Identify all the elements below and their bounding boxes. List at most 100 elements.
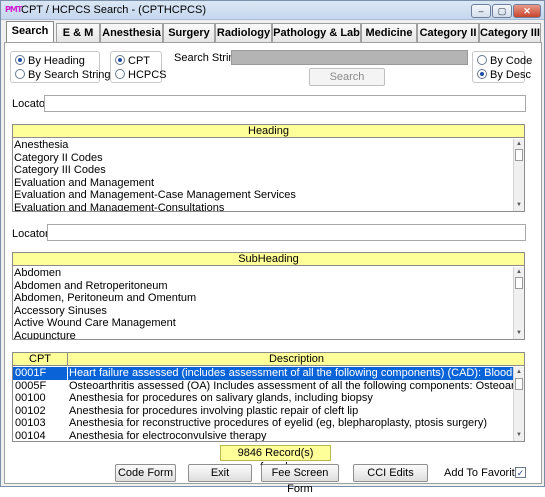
radio-selected-icon: [15, 55, 25, 65]
tab-pathology-lab[interactable]: Pathology & Lab: [272, 23, 361, 43]
column-header-description[interactable]: Description: [69, 353, 524, 366]
column-header-cpt[interactable]: CPT: [13, 353, 67, 366]
radio-selected-icon: [115, 55, 125, 65]
description-cell: Anesthesia for reconstructive procedures…: [69, 417, 488, 429]
subheading-list-item[interactable]: Acupuncture: [13, 330, 513, 340]
scroll-down-icon[interactable]: ▼: [515, 431, 523, 439]
cpt-code-cell: 0001F: [13, 367, 67, 380]
radio-selected-icon: [477, 69, 487, 79]
subheading-list-item[interactable]: Abdomen, Peritoneum and Omentum: [13, 292, 513, 305]
tab-radiology[interactable]: Radiology: [215, 23, 272, 43]
scroll-up-icon[interactable]: ▲: [515, 140, 523, 148]
app-icon: PMT: [5, 5, 22, 14]
sort-order-group: By Code By Desc: [472, 51, 532, 83]
cpt-radio[interactable]: CPT: [115, 55, 150, 68]
scroll-thumb[interactable]: [515, 149, 523, 161]
subheading-list-body: Abdomen Abdomen and Retroperitoneum Abdo…: [13, 267, 513, 340]
cpt-code-cell: 00104: [15, 429, 46, 442]
heading-list-item[interactable]: Anesthesia: [13, 139, 513, 152]
scroll-up-icon[interactable]: ▲: [515, 368, 523, 376]
search-tab-panel: By Heading By Search String CPT HCPCS Se…: [4, 42, 542, 495]
table-header-row: CPT Description: [13, 353, 524, 366]
add-to-favorites-checkbox[interactable]: ✓: [515, 467, 526, 478]
heading-list-item[interactable]: Evaluation and Management-Consultations: [13, 202, 513, 212]
by-search-string-radio[interactable]: By Search String: [15, 69, 111, 82]
tab-category-iii[interactable]: Category III: [479, 23, 541, 43]
description-cell: Anesthesia for electroconvulsive therapy: [69, 429, 267, 442]
tab-anesthesia[interactable]: Anesthesia: [100, 23, 163, 43]
heading-listbox[interactable]: Heading Anesthesia Category II Codes Cat…: [12, 124, 525, 212]
heading-list-item[interactable]: Category III Codes: [13, 164, 513, 177]
tab-category-ii[interactable]: Category II: [417, 23, 479, 43]
subheading-list-header: SubHeading: [13, 253, 524, 266]
table-row[interactable]: 00104 Anesthesia for electroconvulsive t…: [13, 429, 513, 442]
heading-list-header: Heading: [13, 125, 524, 138]
title-bar: PMT CPT / HCPCS Search - (CPTHCPCS) – ▢ …: [1, 1, 544, 20]
records-found-status: 9846 Record(s) found.: [220, 445, 331, 473]
description-cell: Anesthesia for procedures on salivary gl…: [69, 392, 373, 404]
cci-edits-button[interactable]: CCI Edits: [353, 464, 428, 482]
subheading-list-item[interactable]: Abdomen and Retroperitoneum: [13, 280, 513, 293]
minimize-button[interactable]: –: [471, 4, 491, 18]
table-scrollbar[interactable]: ▲ ▼: [513, 367, 524, 441]
subheading-list-item[interactable]: Accessory Sinuses: [13, 305, 513, 318]
close-button[interactable]: ✕: [513, 4, 541, 18]
table-row[interactable]: 00100 Anesthesia for procedures on saliv…: [13, 392, 513, 405]
fee-screen-form-button[interactable]: Fee Screen Form: [261, 464, 339, 495]
table-row[interactable]: 0001F Heart failure assessed (includes a…: [13, 367, 513, 380]
description-cell: Anesthesia for procedures involving plas…: [69, 404, 359, 417]
heading-list-item[interactable]: Category II Codes: [13, 152, 513, 165]
heading-list-scrollbar[interactable]: ▲ ▼: [513, 139, 524, 211]
column-divider[interactable]: [67, 353, 68, 366]
maximize-button[interactable]: ▢: [492, 4, 512, 18]
cpt-code-cell: 0005F: [15, 379, 47, 392]
tab-medicine[interactable]: Medicine: [361, 23, 417, 43]
search-mode-group: By Heading By Search String: [10, 51, 111, 83]
heading-list-item[interactable]: Evaluation and Management-Case Managemen…: [13, 189, 513, 202]
heading-list-item[interactable]: Evaluation and Management: [13, 177, 513, 190]
radio-unselected-icon: [115, 69, 125, 79]
table-row[interactable]: 00102 Anesthesia for procedures involvin…: [13, 405, 513, 418]
subheading-list-item[interactable]: Abdomen: [13, 267, 513, 280]
cpt-code-cell: 00103: [15, 417, 46, 429]
scroll-up-icon[interactable]: ▲: [515, 268, 523, 276]
search-button[interactable]: Search: [309, 68, 385, 86]
tab-bar: Search E & M Anesthesia Surgery Radiolog…: [4, 21, 544, 43]
tab-surgery[interactable]: Surgery: [163, 23, 215, 43]
tab-e-and-m[interactable]: E & M: [56, 23, 100, 43]
subheading-list-item[interactable]: Active Wound Care Management: [13, 317, 513, 330]
code-results-table[interactable]: CPT Description 0001F Heart failure asse…: [12, 352, 525, 442]
description-cell: Heart failure assessed (includes assessm…: [68, 367, 513, 380]
subheading-locator-input[interactable]: [47, 224, 526, 241]
by-code-radio[interactable]: By Code: [477, 55, 532, 68]
cpt-hcpcs-search-window: PMT CPT / HCPCS Search - (CPTHCPCS) – ▢ …: [0, 0, 545, 495]
by-heading-radio[interactable]: By Heading: [15, 55, 85, 68]
subheading-list-scrollbar[interactable]: ▲ ▼: [513, 267, 524, 339]
window-title: CPT / HCPCS Search - (CPTHCPCS): [21, 4, 206, 16]
table-body: 0001F Heart failure assessed (includes a…: [13, 367, 513, 442]
cpt-code-cell: 00102: [15, 404, 46, 417]
cpt-code-cell: 00100: [15, 392, 46, 404]
exit-button[interactable]: Exit: [188, 464, 252, 482]
code-form-button[interactable]: Code Form: [115, 464, 176, 482]
heading-list-body: Anesthesia Category II Codes Category II…: [13, 139, 513, 212]
scroll-down-icon[interactable]: ▼: [515, 201, 523, 209]
checkmark-icon: ✓: [516, 468, 525, 478]
table-row[interactable]: 0005F Osteoarthritis assessed (OA) Inclu…: [13, 380, 513, 393]
subheading-locator-label: Locator: [12, 228, 49, 240]
scroll-thumb[interactable]: [515, 378, 523, 390]
heading-locator-input[interactable]: [44, 95, 526, 112]
radio-unselected-icon: [477, 55, 487, 65]
scroll-down-icon[interactable]: ▼: [515, 329, 523, 337]
code-type-group: CPT HCPCS: [110, 51, 167, 83]
radio-unselected-icon: [15, 69, 25, 79]
description-cell: Osteoarthritis assessed (OA) Includes as…: [69, 379, 513, 392]
by-desc-radio[interactable]: By Desc: [477, 69, 531, 82]
table-row[interactable]: 00103 Anesthesia for reconstructive proc…: [13, 417, 513, 430]
subheading-listbox[interactable]: SubHeading Abdomen Abdomen and Retroperi…: [12, 252, 525, 340]
scroll-thumb[interactable]: [515, 277, 523, 289]
search-string-input[interactable]: [231, 50, 468, 65]
tab-search[interactable]: Search: [6, 21, 54, 43]
hcpcs-radio[interactable]: HCPCS: [115, 69, 167, 82]
add-to-favorites-label: Add To Favorites: [444, 467, 527, 479]
